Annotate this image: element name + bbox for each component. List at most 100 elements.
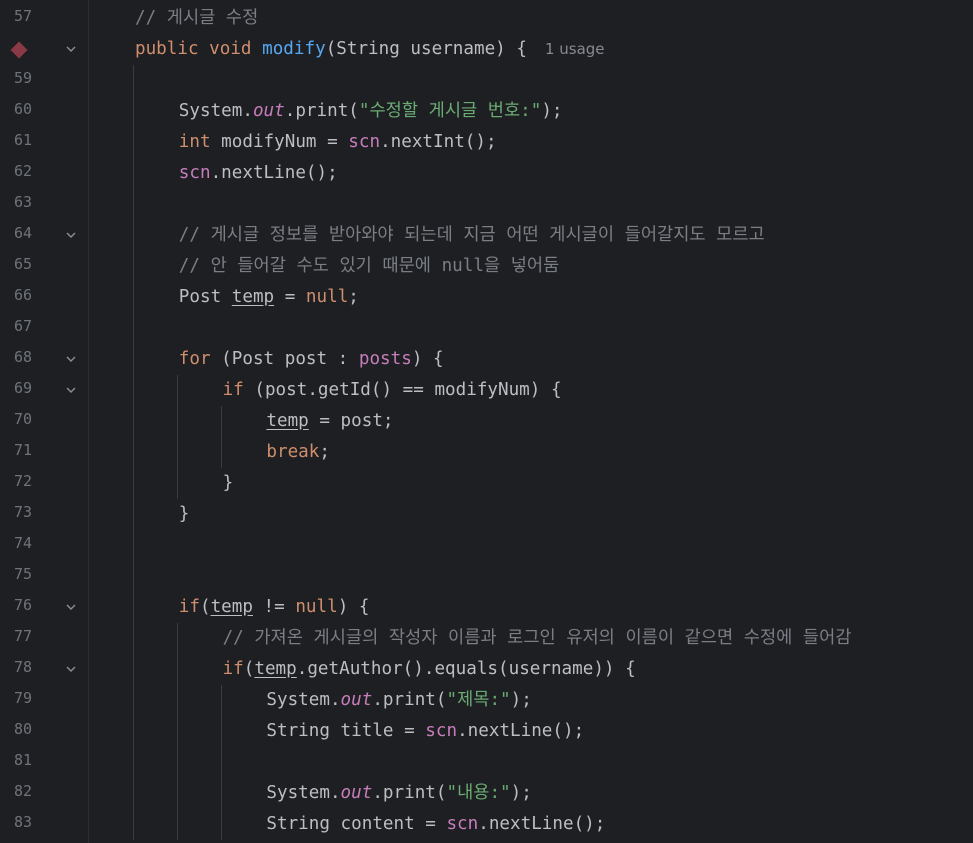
usage-inlay-hint[interactable]: 1 usage	[545, 40, 605, 58]
code-token: modify	[262, 39, 326, 59]
fold-chevron-down-icon[interactable]	[64, 600, 78, 614]
code-line[interactable]: int modifyNum = scn.nextInt();	[179, 127, 497, 158]
code-line[interactable]: if(temp != null) {	[179, 592, 370, 623]
code-token: out	[252, 101, 285, 121]
code-token: "수정할 게시글 번호:"	[358, 101, 542, 121]
line-number[interactable]: 60	[0, 100, 32, 118]
code-token: }	[222, 473, 234, 493]
code-line[interactable]: // 게시글 수정	[135, 3, 258, 34]
code-token: .nextLine();	[457, 721, 585, 741]
code-token: null	[295, 597, 338, 617]
line-number[interactable]: 63	[0, 193, 32, 211]
line-number[interactable]: 61	[0, 131, 32, 149]
indent-guide-line	[221, 685, 222, 840]
code-token: void	[209, 39, 252, 59]
line-number[interactable]: 66	[0, 286, 32, 304]
code-line[interactable]: System.out.print("내용:");	[266, 778, 531, 809]
code-line[interactable]: temp = post;	[266, 406, 393, 437]
line-number[interactable]: 65	[0, 255, 32, 273]
code-token: if	[222, 380, 244, 400]
code-token: }	[178, 504, 190, 524]
line-number[interactable]: 80	[0, 720, 32, 738]
code-token: // 안 들어갈 수도 있기 때문에 null을 넣어둠	[178, 256, 560, 276]
code-token: .nextLine();	[210, 163, 338, 183]
indent-guide-line	[133, 65, 134, 840]
line-number[interactable]: 64	[0, 224, 32, 242]
code-token: ;	[348, 287, 359, 307]
code-line[interactable]: System.out.print("수정할 게시글 번호:");	[179, 96, 563, 127]
line-number[interactable]: 70	[0, 410, 32, 428]
gutter-separator	[88, 0, 89, 843]
line-number[interactable]: 71	[0, 441, 32, 459]
code-line[interactable]: }	[223, 468, 234, 499]
indent-guide-line	[177, 623, 178, 840]
code-token: "제목:"	[446, 690, 511, 710]
fold-chevron-down-icon[interactable]	[64, 42, 78, 56]
line-number[interactable]: 69	[0, 379, 32, 397]
code-token: System.	[178, 101, 253, 121]
line-number[interactable]: 62	[0, 162, 32, 180]
code-token: = post;	[308, 411, 394, 431]
code-token: "내용:"	[446, 783, 511, 803]
code-line[interactable]: public void modify(String username) {1 u…	[135, 34, 605, 65]
line-number[interactable]: 75	[0, 565, 32, 583]
line-number[interactable]: 77	[0, 627, 32, 645]
fold-chevron-down-icon[interactable]	[64, 383, 78, 397]
code-token: !=	[252, 597, 296, 617]
code-line[interactable]: if (post.getId() == modifyNum) {	[223, 375, 562, 406]
code-token: out	[340, 783, 373, 803]
code-line[interactable]: break;	[266, 437, 330, 468]
code-token: scn	[178, 163, 211, 183]
code-token: Post	[178, 287, 232, 307]
code-line[interactable]: for (Post post : posts) {	[179, 344, 444, 375]
code-line[interactable]: // 가져온 게시글의 작성자 이름과 로그인 유저의 이름이 같으면 수정에 …	[223, 623, 852, 654]
code-line[interactable]: if(temp.getAuthor().equals(username)) {	[223, 654, 636, 685]
line-number[interactable]: 79	[0, 689, 32, 707]
code-line[interactable]: String title = scn.nextLine();	[266, 716, 584, 747]
code-token: ;	[319, 442, 330, 462]
code-token: break	[266, 442, 320, 462]
fold-chevron-down-icon[interactable]	[64, 352, 78, 366]
code-token: // 게시글 정보를 받아와야 되는데 지금 어떤 게시글이 들어갈지도 모르고	[178, 225, 765, 245]
line-number[interactable]: 73	[0, 503, 32, 521]
code-token: .getAuthor().equals(username)) {	[296, 659, 636, 679]
line-number[interactable]: 78	[0, 658, 32, 676]
code-token: (post.getId() == modifyNum) {	[243, 380, 562, 400]
line-number[interactable]: 74	[0, 534, 32, 552]
code-token: System.	[266, 783, 341, 803]
line-number[interactable]: 72	[0, 472, 32, 490]
code-line[interactable]: // 안 들어갈 수도 있기 때문에 null을 넣어둠	[179, 251, 560, 282]
fold-chevron-down-icon[interactable]	[64, 228, 78, 242]
line-number[interactable]: 83	[0, 813, 32, 831]
code-token: ) {	[411, 349, 444, 369]
code-line[interactable]: }	[179, 499, 190, 530]
code-token: null	[305, 287, 349, 307]
code-token: modifyNum =	[210, 132, 349, 152]
line-number[interactable]: 68	[0, 348, 32, 366]
code-line[interactable]: String content = scn.nextLine();	[266, 809, 605, 840]
line-number[interactable]: 59	[0, 69, 32, 87]
code-token: .nextInt();	[380, 132, 497, 152]
line-number[interactable]: 82	[0, 782, 32, 800]
code-editor[interactable]: 5758596061626364656667686970717273747576…	[0, 0, 973, 843]
code-token: (	[243, 659, 255, 679]
line-number[interactable]: 57	[0, 7, 32, 25]
code-line[interactable]: System.out.print("제목:");	[266, 685, 531, 716]
code-token: =	[274, 287, 306, 307]
code-token: out	[340, 690, 373, 710]
code-token: (String username) {	[325, 39, 527, 59]
line-number[interactable]: 76	[0, 596, 32, 614]
breakpoint-icon[interactable]	[10, 41, 28, 59]
fold-chevron-down-icon[interactable]	[64, 662, 78, 676]
line-number[interactable]: 81	[0, 751, 32, 769]
line-number[interactable]: 67	[0, 317, 32, 335]
code-token: .print(	[372, 783, 447, 803]
code-line[interactable]: // 게시글 정보를 받아와야 되는데 지금 어떤 게시글이 들어갈지도 모르고	[179, 220, 765, 251]
code-token: String title =	[266, 721, 426, 741]
code-token: if	[222, 659, 244, 679]
code-line[interactable]: scn.nextLine();	[179, 158, 338, 189]
code-line[interactable]: Post temp = null;	[179, 282, 359, 313]
code-token: );	[510, 690, 532, 710]
code-token: posts	[358, 349, 412, 369]
code-token: // 가져온 게시글의 작성자 이름과 로그인 유저의 이름이 같으면 수정에 …	[222, 628, 852, 648]
